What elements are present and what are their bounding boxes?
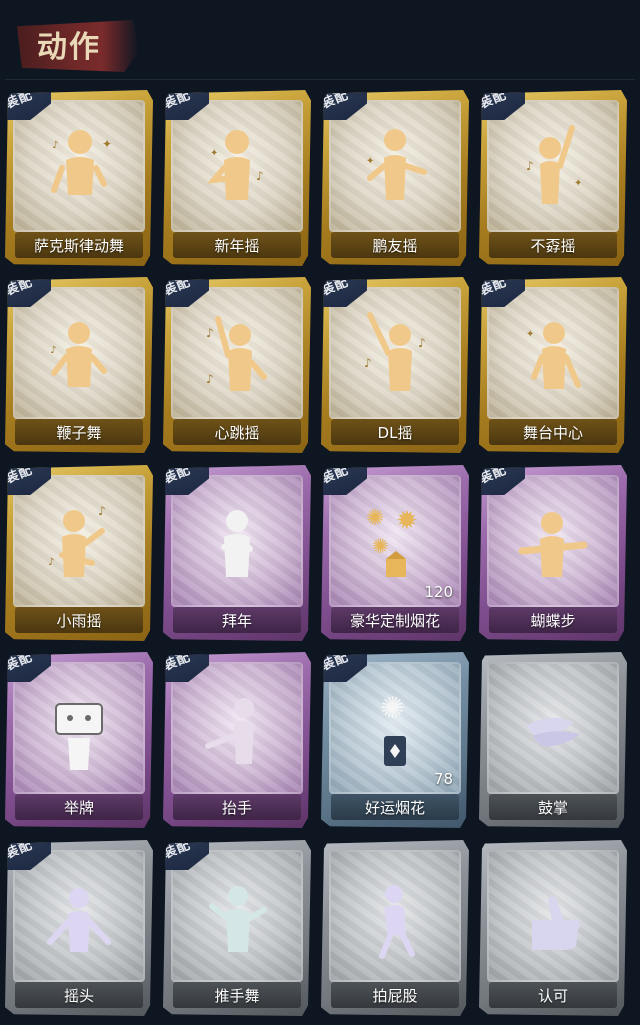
- equipped-badge-label: 装配: [5, 277, 35, 299]
- emote-card[interactable]: 装配 拜年: [163, 465, 311, 641]
- light-rain-sway-icon: ♪ ♪: [44, 495, 114, 590]
- emote-name: 豪华定制烟花: [331, 607, 459, 633]
- svg-text:♪: ♪: [50, 345, 56, 356]
- cool-sway-icon: ♪ ✦: [518, 120, 588, 215]
- emote-name: 新年摇: [173, 232, 301, 258]
- emote-card[interactable]: 拍屁股: [321, 840, 469, 1016]
- svg-text:♪: ♪: [526, 159, 534, 173]
- emote-name: 拜年: [173, 607, 301, 633]
- emote-card[interactable]: 装配 抬手: [163, 652, 311, 828]
- butterfly-step-icon: [518, 495, 588, 590]
- equipped-badge-label: 装配: [321, 652, 351, 674]
- item-count: 78: [433, 770, 453, 788]
- dl-sway-icon: ♪ ♪: [360, 307, 430, 402]
- svg-text:♪: ♪: [206, 326, 214, 340]
- emote-name: 鞭子舞: [15, 419, 143, 445]
- emote-card[interactable]: 装配 ✺ ✹ ✺ 120 豪华定制烟花: [321, 465, 469, 641]
- heartbeat-sway-icon: ♪ ♪: [202, 307, 272, 402]
- equipped-badge-label: 装配: [321, 90, 351, 112]
- lucky-firework-icon: ✺: [360, 682, 430, 777]
- emote-name: 舞台中心: [489, 419, 617, 445]
- equipped-badge-label: 装配: [5, 840, 35, 862]
- new-year-sway-icon: ♪ ✦: [202, 120, 272, 215]
- emote-name: 鼓掌: [489, 794, 617, 820]
- emote-card[interactable]: 装配 ♪ ♪ 心跳摇: [163, 277, 311, 453]
- equipped-badge-label: 装配: [163, 652, 193, 674]
- emote-card[interactable]: 装配 ✦ ♪ 萨克斯律动舞: [5, 90, 153, 266]
- equipped-badge-label: 装配: [5, 90, 35, 112]
- push-hand-dance-icon: [202, 870, 272, 965]
- svg-text:✦: ✦: [102, 137, 112, 151]
- equipped-badge-label: 装配: [163, 90, 193, 112]
- friend-sway-icon: ✦: [360, 120, 430, 215]
- svg-text:✺: ✺: [380, 691, 405, 726]
- svg-text:♪: ♪: [48, 557, 54, 568]
- emote-name: 摇头: [15, 982, 143, 1008]
- emote-card[interactable]: 装配 ✦ 鹏友摇: [321, 90, 469, 266]
- emote-name: 蝴蝶步: [489, 607, 617, 633]
- emote-name: 好运烟花: [331, 794, 459, 820]
- svg-text:♪: ♪: [364, 356, 372, 370]
- emote-name: 拍屁股: [331, 982, 459, 1008]
- emote-card[interactable]: 装配 ✺ 78 好运烟花: [321, 652, 469, 828]
- equipped-badge-label: 装配: [163, 465, 193, 487]
- emote-card[interactable]: 认可: [479, 840, 627, 1016]
- fireworks-box-icon: ✺ ✹ ✺: [360, 495, 430, 590]
- equipped-badge-label: 装配: [321, 277, 351, 299]
- raise-hand-icon: [202, 682, 272, 777]
- clap-icon: [518, 682, 588, 777]
- shake-head-icon: [44, 870, 114, 965]
- emote-name: DL摇: [331, 419, 459, 445]
- hold-sign-icon: [44, 682, 114, 777]
- equipped-badge-label: 装配: [479, 90, 509, 112]
- equipped-badge-label: 装配: [479, 277, 509, 299]
- equipped-badge-label: 装配: [321, 465, 351, 487]
- saxophone-dance-icon: ✦ ♪: [44, 120, 114, 215]
- emote-grid: 装配 ✦ ♪ 萨克斯律动舞 装配 ♪ ✦ 新年摇 装配 ✦ 鹏友摇 装配 ♪ ✦ 不孬…: [0, 0, 640, 1025]
- svg-text:♪: ♪: [98, 504, 106, 518]
- svg-text:✺: ✺: [366, 506, 384, 531]
- svg-text:✹: ✹: [396, 506, 418, 536]
- svg-text:✦: ✦: [574, 178, 582, 189]
- svg-text:✦: ✦: [366, 156, 374, 167]
- emote-name: 不孬摇: [489, 232, 617, 258]
- whip-dance-icon: ♪: [44, 307, 114, 402]
- equipped-badge-label: 装配: [5, 465, 35, 487]
- emote-card[interactable]: 装配 ♪ ✦ 新年摇: [163, 90, 311, 266]
- emote-card[interactable]: 装配 ♪ ♪ DL摇: [321, 277, 469, 453]
- equipped-badge-label: 装配: [163, 840, 193, 862]
- emote-name: 抬手: [173, 794, 301, 820]
- svg-text:♪: ♪: [52, 140, 58, 151]
- emote-card[interactable]: 鼓掌: [479, 652, 627, 828]
- emote-card[interactable]: 装配 蝴蝶步: [479, 465, 627, 641]
- emote-card[interactable]: 装配 ♪ 鞭子舞: [5, 277, 153, 453]
- new-year-greeting-icon: [202, 495, 272, 590]
- emote-card[interactable]: 装配 推手舞: [163, 840, 311, 1016]
- emote-name: 萨克斯律动舞: [15, 232, 143, 258]
- thumbs-up-icon: [518, 870, 588, 965]
- emote-card[interactable]: 装配 ♪ ✦ 不孬摇: [479, 90, 627, 266]
- emote-card[interactable]: 装配 ✦ 舞台中心: [479, 277, 627, 453]
- svg-text:✦: ✦: [210, 148, 218, 159]
- emote-card[interactable]: 装配 举牌: [5, 652, 153, 828]
- emote-name: 认可: [489, 982, 617, 1008]
- emote-name: 举牌: [15, 794, 143, 820]
- equipped-badge-label: 装配: [5, 652, 35, 674]
- equipped-badge-label: 装配: [479, 465, 509, 487]
- center-stage-icon: ✦: [518, 307, 588, 402]
- svg-text:✺: ✺: [372, 534, 389, 558]
- emote-name: 鹏友摇: [331, 232, 459, 258]
- equipped-badge-label: 装配: [163, 277, 193, 299]
- emote-name: 小雨摇: [15, 607, 143, 633]
- svg-text:♪: ♪: [256, 169, 264, 183]
- svg-text:♪: ♪: [206, 372, 214, 386]
- emote-name: 推手舞: [173, 982, 301, 1008]
- emote-name: 心跳摇: [173, 419, 301, 445]
- emote-card[interactable]: 装配 ♪ ♪ 小雨摇: [5, 465, 153, 641]
- svg-text:♪: ♪: [418, 336, 426, 350]
- emote-card[interactable]: 装配 摇头: [5, 840, 153, 1016]
- item-count: 120: [424, 583, 453, 601]
- butt-slap-icon: [360, 870, 430, 965]
- svg-text:✦: ✦: [526, 329, 534, 340]
